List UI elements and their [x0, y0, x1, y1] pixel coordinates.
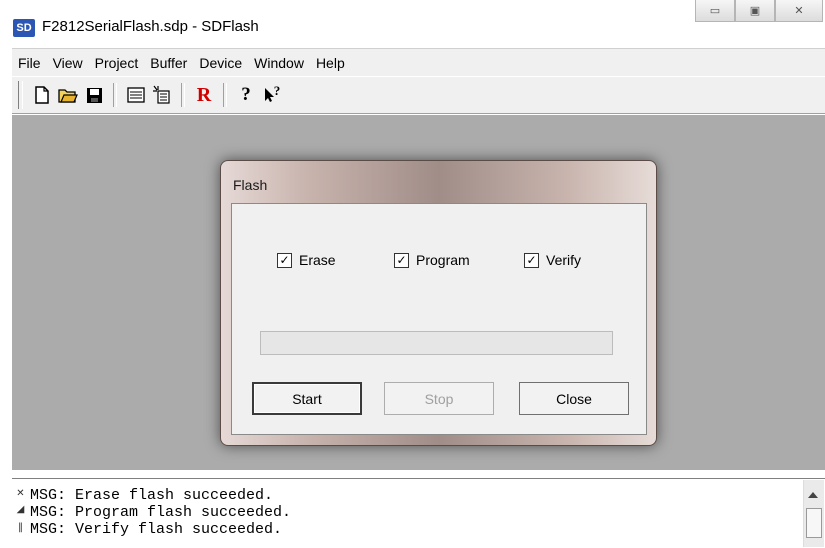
- app-icon: SD: [13, 19, 35, 37]
- pane-resize-icon[interactable]: ◢: [15, 503, 26, 516]
- toolbar-grip[interactable]: [18, 81, 23, 109]
- log-scrollbar[interactable]: [803, 480, 824, 547]
- maximize-icon: ▣: [749, 4, 761, 17]
- title-bar: SD F2812SerialFlash.sdp - SDFlash ▭ ▣ ✕: [0, 0, 825, 48]
- dialog-title: Flash: [233, 177, 268, 193]
- message-log-panel: ✕ ◢ ‖ MSG: Erase flash succeeded. MSG: Pr…: [12, 478, 825, 548]
- menu-bar: File View Project Buffer Device Window H…: [12, 48, 825, 76]
- new-file-icon[interactable]: [30, 83, 54, 107]
- menu-window[interactable]: Window: [248, 55, 310, 71]
- help-icon[interactable]: ?: [234, 83, 258, 107]
- start-button[interactable]: Start: [252, 382, 362, 415]
- save-icon[interactable]: [82, 83, 106, 107]
- verify-checkbox[interactable]: ✓ Verify: [524, 252, 581, 268]
- pane-grip-icon[interactable]: ‖: [15, 521, 26, 534]
- scroll-up-icon[interactable]: [808, 492, 818, 498]
- check-icon: ✓: [396, 252, 407, 267]
- toolbar-separator: [223, 83, 227, 107]
- menu-project[interactable]: Project: [89, 55, 145, 71]
- context-help-icon[interactable]: ?: [260, 83, 284, 107]
- menu-file[interactable]: File: [12, 55, 47, 71]
- menu-device[interactable]: Device: [193, 55, 248, 71]
- toolbar-separator: [181, 83, 185, 107]
- flash-progress-bar: [260, 331, 613, 355]
- check-icon: ✓: [279, 252, 290, 267]
- close-window-button[interactable]: ✕: [775, 0, 823, 22]
- erase-label: Erase: [299, 252, 336, 268]
- close-button[interactable]: Close: [519, 382, 629, 415]
- verify-label: Verify: [546, 252, 582, 268]
- stop-button[interactable]: Stop: [384, 382, 494, 415]
- reset-label: R: [196, 83, 212, 106]
- list-icon[interactable]: [124, 83, 148, 107]
- pointer-icon: [264, 88, 274, 102]
- minimize-icon: ▭: [709, 4, 721, 17]
- close-pane-icon[interactable]: ✕: [15, 487, 26, 500]
- window-controls: ▭ ▣ ✕: [695, 0, 823, 22]
- menu-view[interactable]: View: [47, 55, 89, 71]
- erase-checkbox[interactable]: ✓ Erase: [277, 252, 336, 268]
- menu-buffer[interactable]: Buffer: [144, 55, 193, 71]
- flash-icon[interactable]: [150, 83, 174, 107]
- program-label: Program: [416, 252, 470, 268]
- close-icon: ✕: [794, 4, 804, 17]
- check-icon: ✓: [526, 252, 537, 267]
- toolbar-separator: [113, 83, 117, 107]
- open-folder-icon[interactable]: [56, 83, 80, 107]
- log-line: MSG: Program flash succeeded.: [30, 504, 292, 521]
- log-line: MSG: Verify flash succeeded.: [30, 521, 283, 538]
- program-checkbox[interactable]: ✓ Program: [394, 252, 470, 268]
- log-lines: MSG: Erase flash succeeded. MSG: Program …: [30, 487, 291, 538]
- checkbox-box[interactable]: ✓: [277, 252, 292, 268]
- menu-help[interactable]: Help: [310, 55, 351, 71]
- checkbox-box[interactable]: ✓: [524, 252, 539, 268]
- scroll-thumb[interactable]: [806, 508, 822, 538]
- help-label: ?: [241, 84, 251, 105]
- context-help-label: ?: [273, 83, 281, 98]
- dialog-body: ✓ Erase ✓ Program ✓ Verify Start Stop Cl…: [231, 203, 647, 435]
- log-line: MSG: Erase flash succeeded.: [30, 487, 274, 504]
- reset-icon[interactable]: R: [192, 83, 216, 107]
- checkbox-box[interactable]: ✓: [394, 252, 409, 268]
- maximize-button[interactable]: ▣: [735, 0, 775, 22]
- minimize-button[interactable]: ▭: [695, 0, 735, 22]
- toolbar: R ? ?: [12, 76, 825, 114]
- window-title: F2812SerialFlash.sdp - SDFlash: [42, 18, 259, 35]
- flash-dialog: Flash ✓ Erase ✓ Program ✓ Verify Start S…: [220, 160, 657, 446]
